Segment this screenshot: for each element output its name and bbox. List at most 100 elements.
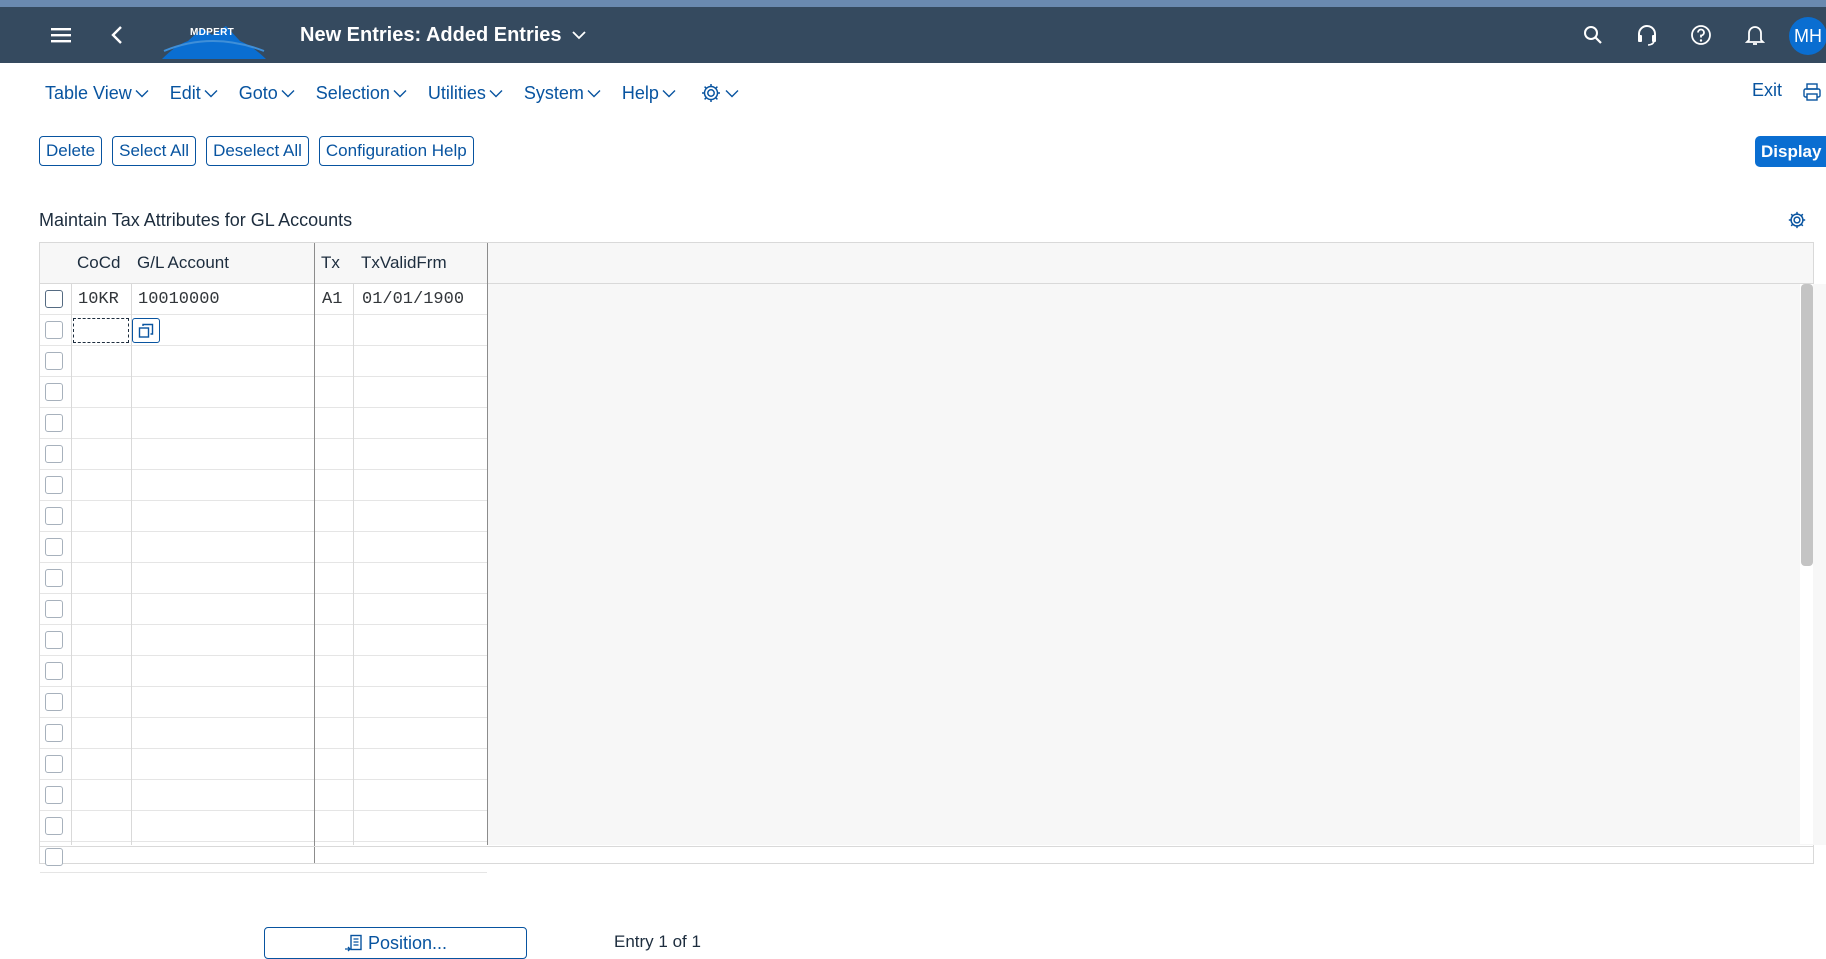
menu-table-view[interactable]: Table View (45, 83, 149, 104)
table-title: Maintain Tax Attributes for GL Accounts (39, 210, 353, 230)
chevron-down-icon (489, 89, 503, 97)
app-title[interactable]: New Entries: Added Entries (300, 7, 587, 63)
row-select-checkbox[interactable] (45, 817, 63, 835)
table-row (40, 501, 487, 532)
row-select-checkbox[interactable] (45, 414, 63, 432)
menu-label: Table View (45, 82, 132, 103)
menu-bar: Table View Edit Goto Selection Utilities… (45, 78, 760, 108)
deselect-all-button[interactable]: Deselect All (206, 136, 309, 166)
menu-label: System (523, 82, 584, 103)
menu-label: Edit (169, 82, 201, 103)
chevron-down-icon (725, 89, 739, 97)
help-icon[interactable] (1688, 7, 1714, 63)
table-row (40, 315, 487, 346)
value-help-button[interactable] (132, 318, 160, 343)
row-select-checkbox[interactable] (45, 786, 63, 804)
user-avatar[interactable]: MH (1789, 17, 1826, 55)
company-logo[interactable]: MDPERT (156, 19, 268, 59)
shell-bar: MDPERT New Entries: Added Entries MH (0, 7, 1826, 63)
column-divider (314, 243, 315, 863)
select-all-button[interactable]: Select All (112, 136, 197, 166)
table-row (40, 439, 487, 470)
column-divider (131, 284, 132, 845)
chevron-down-icon (587, 89, 601, 97)
chevron-down-icon (662, 89, 676, 97)
row-select-checkbox[interactable] (45, 569, 63, 587)
table-row (40, 594, 487, 625)
menu-edit[interactable]: Edit (170, 83, 218, 104)
row-select-checkbox[interactable] (45, 476, 63, 494)
column-divider (487, 243, 488, 845)
search-icon[interactable] (1580, 7, 1606, 63)
exit-button[interactable]: Exit (1752, 80, 1782, 101)
position-icon (344, 934, 362, 952)
table-row (40, 625, 487, 656)
table-row (40, 780, 487, 811)
row-select-checkbox[interactable] (45, 662, 63, 680)
column-divider (353, 284, 354, 845)
table-row (40, 718, 487, 749)
table-row: 10KR 10010000 A1 01/01/1900 (40, 284, 487, 315)
menu-settings[interactable] (697, 82, 739, 104)
printer-icon[interactable] (1802, 82, 1822, 107)
configuration-help-button[interactable]: Configuration Help (318, 136, 474, 166)
table-row (40, 687, 487, 718)
display-button[interactable]: Display (1755, 136, 1826, 167)
row-select-checkbox[interactable] (45, 600, 63, 618)
table-empty-area (488, 284, 1826, 845)
table-row (40, 749, 487, 780)
row-select-checkbox[interactable] (45, 290, 63, 308)
chevron-down-icon (204, 89, 218, 97)
row-select-checkbox[interactable] (45, 352, 63, 370)
delete-button[interactable]: Delete (39, 136, 103, 166)
bell-icon[interactable] (1742, 7, 1768, 63)
cell-tx-valid-from[interactable]: 01/01/1900 (362, 284, 464, 315)
headset-icon[interactable] (1634, 7, 1660, 63)
column-header-tx[interactable]: Tx (321, 243, 340, 283)
column-header-tx-valid-from[interactable]: TxValidFrm (361, 243, 447, 283)
row-select-checkbox[interactable] (45, 755, 63, 773)
back-icon[interactable] (104, 7, 130, 63)
row-select-checkbox[interactable] (45, 507, 63, 525)
table-settings-icon[interactable] (1787, 210, 1807, 235)
gear-icon (701, 84, 720, 102)
horizontal-scrollbar[interactable] (40, 846, 1813, 864)
data-table: CoCd G/L Account Tx TxValidFrm 10KR 1001… (39, 242, 1826, 873)
menu-selection[interactable]: Selection (316, 83, 407, 104)
menu-label: Utilities (427, 82, 486, 103)
menu-utilities[interactable]: Utilities (428, 83, 503, 104)
top-strip (0, 0, 1826, 7)
menu-goto[interactable]: Goto (239, 83, 295, 104)
chevron-down-icon (571, 31, 586, 40)
chevron-down-icon (281, 89, 295, 97)
row-select-checkbox[interactable] (45, 383, 63, 401)
table-row (40, 377, 487, 408)
column-divider (71, 284, 72, 845)
position-button[interactable]: Position... (264, 927, 527, 959)
table-row (40, 656, 487, 687)
row-select-checkbox[interactable] (45, 631, 63, 649)
value-help-icon (138, 323, 154, 338)
table-row (40, 532, 487, 563)
vertical-scroll-thumb[interactable] (1801, 284, 1813, 566)
table-row (40, 470, 487, 501)
row-select-checkbox[interactable] (45, 445, 63, 463)
cell-tx[interactable]: A1 (322, 284, 342, 315)
cocd-input[interactable] (73, 318, 129, 343)
table-row (40, 811, 487, 842)
position-label: Position... (367, 932, 448, 953)
logo-text: MDPERT (189, 27, 235, 38)
row-select-checkbox[interactable] (45, 321, 63, 339)
row-select-checkbox[interactable] (45, 693, 63, 711)
row-select-checkbox[interactable] (45, 724, 63, 742)
menu-help[interactable]: Help (622, 83, 676, 104)
column-header-cocd[interactable]: CoCd (77, 243, 120, 283)
menu-system[interactable]: System (524, 83, 601, 104)
table-row (40, 563, 487, 594)
menu-icon[interactable] (44, 7, 78, 63)
cell-gl-account[interactable]: 10010000 (138, 284, 220, 315)
row-select-checkbox[interactable] (45, 538, 63, 556)
cell-cocd[interactable]: 10KR (78, 284, 119, 315)
toolbar: Delete Select All Deselect All Configura… (39, 136, 484, 166)
column-header-gl-account[interactable]: G/L Account (137, 243, 229, 283)
